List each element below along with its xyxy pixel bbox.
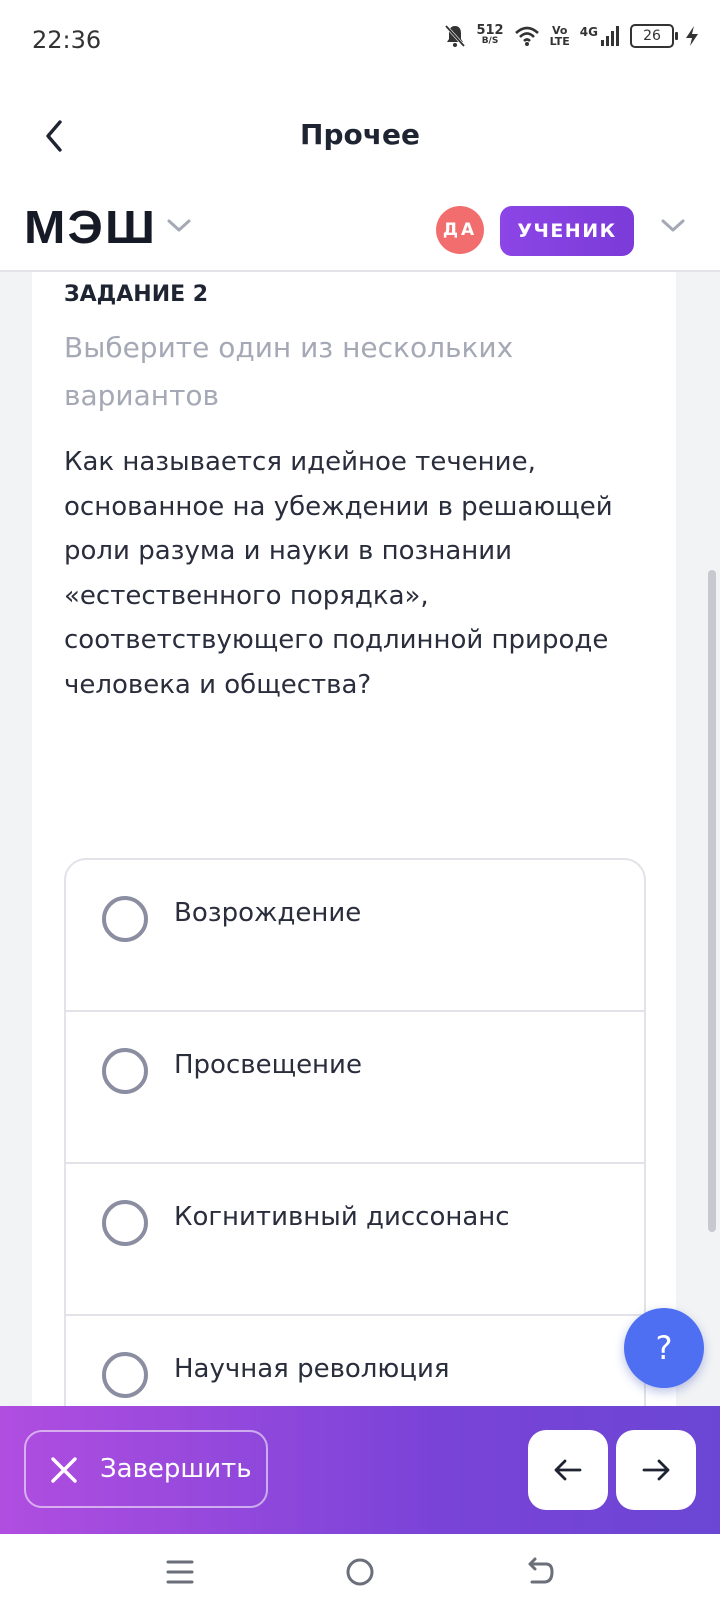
chevron-down-icon[interactable] <box>660 218 686 234</box>
back-nav-icon[interactable] <box>524 1556 556 1588</box>
role-badge[interactable]: УЧЕНИК <box>500 206 634 256</box>
arrow-right-icon <box>642 1459 670 1481</box>
finish-button-label: Завершить <box>100 1454 252 1484</box>
status-bar: 22:36 512 B/S Vo LTE 4G 26 <box>0 0 720 84</box>
answer-options: Возрождение Просвещение Когнитивный дисс… <box>64 858 646 1406</box>
battery-indicator: 26 <box>630 24 678 48</box>
wifi-icon <box>514 26 539 46</box>
status-icons: 512 B/S Vo LTE 4G 26 <box>444 24 700 48</box>
answer-option[interactable]: Просвещение <box>66 1010 644 1162</box>
mute-notifications-icon <box>445 24 466 48</box>
arrow-left-icon <box>554 1459 582 1481</box>
answer-option-label: Возрождение <box>174 898 362 928</box>
help-button[interactable]: ? <box>624 1308 704 1388</box>
home-icon[interactable] <box>344 1556 376 1588</box>
answer-option[interactable]: Научная революция <box>66 1314 644 1406</box>
avatar[interactable]: ДА <box>436 206 484 254</box>
answer-option-label: Научная революция <box>174 1354 450 1384</box>
finish-button[interactable]: Завершить <box>24 1430 268 1508</box>
charging-icon <box>686 26 698 46</box>
answer-option-label: Когнитивный диссонанс <box>174 1202 510 1232</box>
app-top-bar: Прочее <box>0 84 720 188</box>
task-title: ЗАДАНИЕ 2 <box>64 282 209 307</box>
radio-button[interactable] <box>102 896 148 942</box>
task-question: Как называется идейное течение, основанн… <box>64 447 613 700</box>
system-navigation-bar <box>0 1534 720 1612</box>
page-title: Прочее <box>300 118 420 151</box>
net-speed: 512 B/S <box>476 23 504 46</box>
radio-button[interactable] <box>102 1200 148 1246</box>
answer-option[interactable]: Возрождение <box>66 860 644 1010</box>
chevron-down-icon[interactable] <box>166 218 192 234</box>
previous-button[interactable] <box>528 1430 608 1510</box>
brand-bar: МЭШ ДА УЧЕНИК <box>0 188 720 272</box>
answer-option-label: Просвещение <box>174 1050 362 1080</box>
radio-button[interactable] <box>102 1352 148 1398</box>
cell-signal: 4G <box>580 25 620 47</box>
task-card: ЗАДАНИЕ 2 Выберите один из нескольких ва… <box>32 272 676 1406</box>
close-icon <box>51 1457 77 1483</box>
mesh-logo[interactable]: МЭШ <box>24 200 157 254</box>
answer-option[interactable]: Когнитивный диссонанс <box>66 1162 644 1314</box>
status-time: 22:36 <box>32 26 102 54</box>
scrollbar[interactable] <box>708 570 716 1232</box>
volte-indicator: Vo LTE <box>549 24 570 48</box>
signal-icon <box>601 26 619 46</box>
bottom-action-bar: Завершить <box>0 1406 720 1534</box>
next-button[interactable] <box>616 1430 696 1510</box>
task-instruction: Выберите один из нескольких вариантов <box>64 331 514 412</box>
menu-icon[interactable] <box>164 1556 196 1588</box>
radio-button[interactable] <box>102 1048 148 1094</box>
